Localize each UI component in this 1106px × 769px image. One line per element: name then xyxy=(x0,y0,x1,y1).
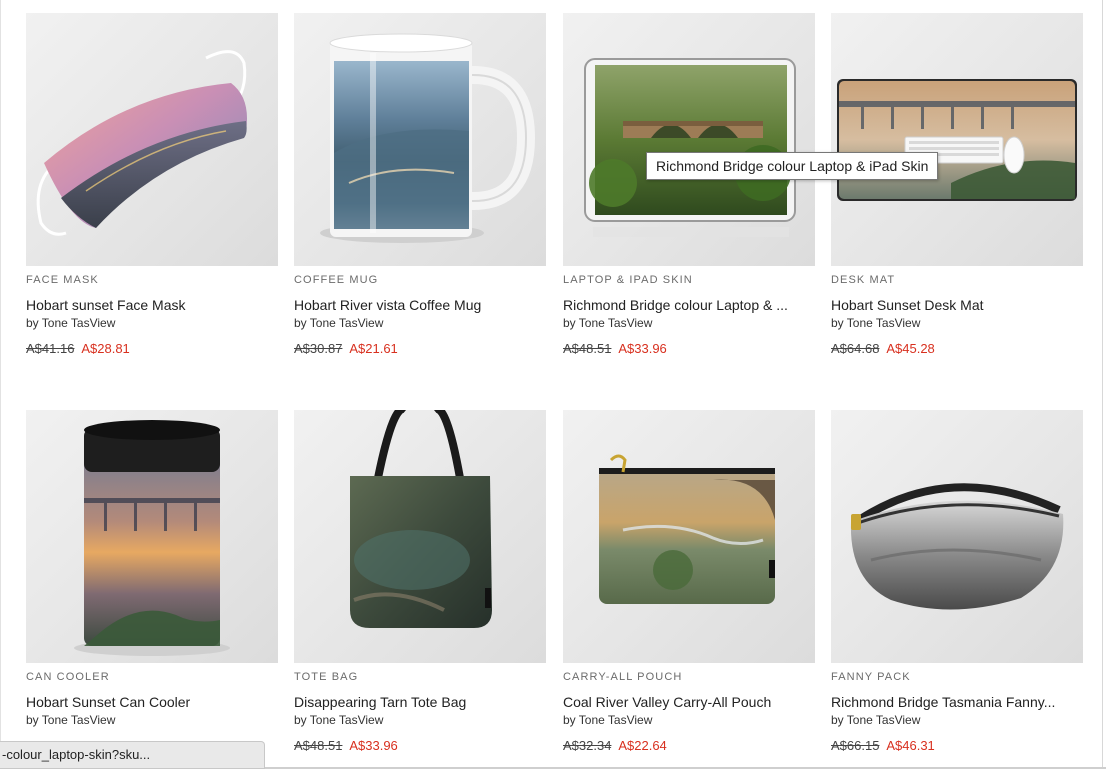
sale-price: A$21.61 xyxy=(349,341,398,356)
tote-bag-image[interactable] xyxy=(294,410,546,663)
sale-price: A$22.64 xyxy=(618,738,667,753)
product-category: DESK MAT xyxy=(831,274,896,286)
can-cooler-image[interactable] xyxy=(26,410,278,663)
product-price: A$64.68 A$45.28 xyxy=(831,341,1083,359)
ipad-skin-image[interactable] xyxy=(563,13,815,266)
product-card[interactable]: CAN COOLER Hobart Sunset Can Cooler by T… xyxy=(26,410,278,756)
product-card[interactable]: CARRY-ALL POUCH Coal River Valley Carry-… xyxy=(563,410,815,756)
sale-price: A$45.28 xyxy=(886,341,935,356)
fanny-pack-image[interactable] xyxy=(831,410,1083,663)
coffee-mug-image[interactable] xyxy=(294,13,546,266)
sale-price: A$33.96 xyxy=(618,341,667,356)
scrollbar-edge xyxy=(1102,0,1103,769)
product-title-link[interactable]: Richmond Bridge Tasmania Fanny... xyxy=(831,694,1083,712)
product-category: CARRY-ALL POUCH xyxy=(563,671,683,683)
product-artist[interactable]: by Tone TasView xyxy=(294,713,546,729)
original-price: A$48.51 xyxy=(563,341,612,356)
product-artist[interactable]: by Tone TasView xyxy=(26,713,278,729)
original-price: A$30.87 xyxy=(294,341,343,356)
product-title-link[interactable]: Disappearing Tarn Tote Bag xyxy=(294,694,546,712)
product-price: A$30.87 A$21.61 xyxy=(294,341,546,359)
product-card[interactable]: COFFEE MUG Hobart River vista Coffee Mug… xyxy=(294,13,546,359)
original-price: A$64.68 xyxy=(831,341,880,356)
product-price: A$48.51 A$33.96 xyxy=(294,738,546,756)
original-price: A$32.34 xyxy=(563,738,612,753)
product-artist[interactable]: by Tone TasView xyxy=(294,316,546,332)
product-artist[interactable]: by Tone TasView xyxy=(831,713,1083,729)
original-price: A$41.16 xyxy=(26,341,75,356)
title-tooltip: Richmond Bridge colour Laptop & iPad Ski… xyxy=(646,152,939,180)
product-price: A$66.15 A$46.31 xyxy=(831,738,1083,756)
product-artist[interactable]: by Tone TasView xyxy=(563,713,815,729)
product-card[interactable]: DESK MAT Hobart Sunset Desk Mat by Tone … xyxy=(831,13,1083,359)
product-category: LAPTOP & IPAD SKIN xyxy=(563,274,693,286)
left-divider xyxy=(0,0,1,769)
product-artist[interactable]: by Tone TasView xyxy=(831,316,1083,332)
product-grid-page: FACE MASK Hobart sunset Face Mask by Ton… xyxy=(0,0,1106,769)
product-artist[interactable]: by Tone TasView xyxy=(26,316,278,332)
sale-price: A$28.81 xyxy=(81,341,130,356)
product-price: A$48.51 A$33.96 xyxy=(563,341,815,359)
product-category: FANNY PACK xyxy=(831,671,911,683)
product-artist[interactable]: by Tone TasView xyxy=(563,316,815,332)
status-bar-url: -colour_laptop-skin?sku... xyxy=(0,741,265,769)
product-title-link[interactable]: Hobart River vista Coffee Mug xyxy=(294,297,546,315)
face-mask-image[interactable] xyxy=(26,13,278,266)
product-price: A$32.34 A$22.64 xyxy=(563,738,815,756)
product-title-link[interactable]: Hobart sunset Face Mask xyxy=(26,297,278,315)
sale-price: A$46.31 xyxy=(886,738,935,753)
pouch-image[interactable] xyxy=(563,410,815,663)
original-price: A$66.15 xyxy=(831,738,880,753)
product-title-link[interactable]: Richmond Bridge colour Laptop & ... xyxy=(563,297,815,315)
product-category: FACE MASK xyxy=(26,274,99,286)
product-card[interactable]: LAPTOP & IPAD SKIN Richmond Bridge colou… xyxy=(563,13,815,359)
product-category: TOTE BAG xyxy=(294,671,359,683)
product-price: A$41.16 A$28.81 xyxy=(26,341,278,359)
product-card[interactable]: FACE MASK Hobart sunset Face Mask by Ton… xyxy=(26,13,278,359)
product-card[interactable]: FANNY PACK Richmond Bridge Tasmania Fann… xyxy=(831,410,1083,756)
product-category: CAN COOLER xyxy=(26,671,110,683)
product-category: COFFEE MUG xyxy=(294,274,379,286)
product-title-link[interactable]: Hobart Sunset Can Cooler xyxy=(26,694,278,712)
desk-mat-image[interactable] xyxy=(831,13,1083,266)
product-card[interactable]: TOTE BAG Disappearing Tarn Tote Bag by T… xyxy=(294,410,546,756)
original-price: A$48.51 xyxy=(294,738,343,753)
product-title-link[interactable]: Coal River Valley Carry-All Pouch xyxy=(563,694,815,712)
product-title-link[interactable]: Hobart Sunset Desk Mat xyxy=(831,297,1083,315)
sale-price: A$33.96 xyxy=(349,738,398,753)
